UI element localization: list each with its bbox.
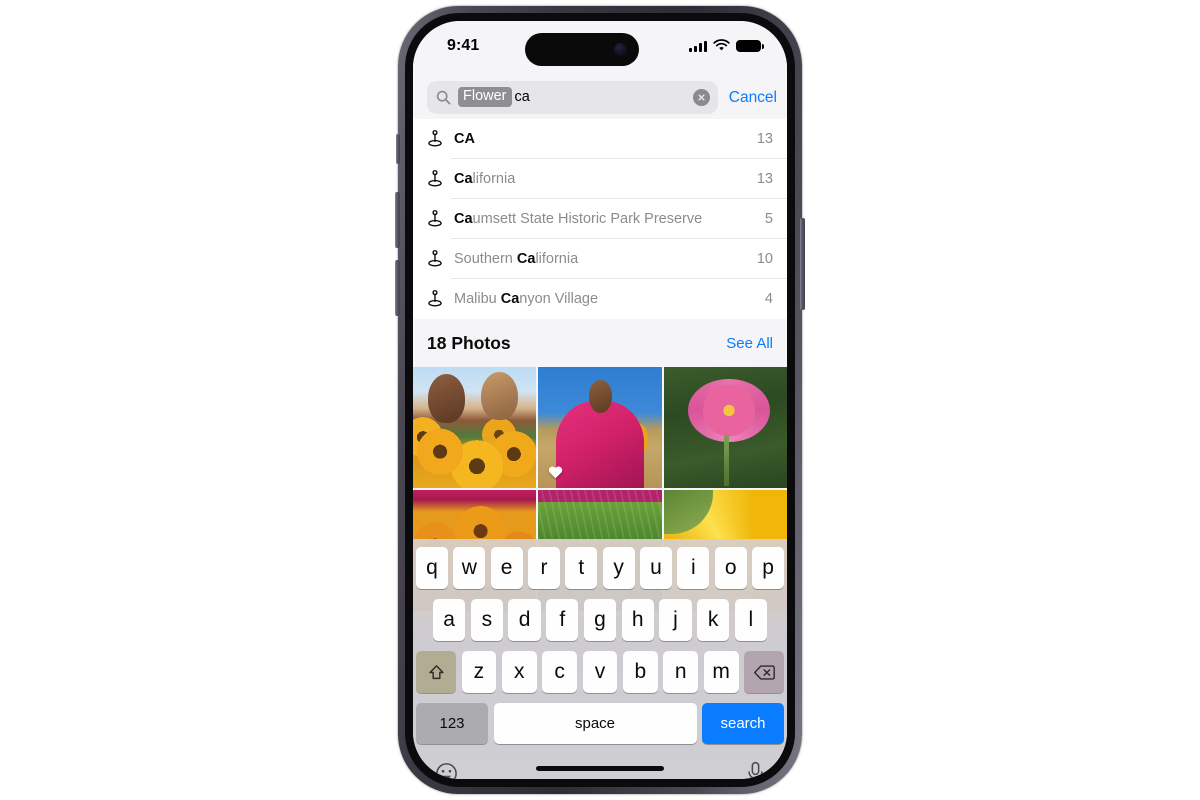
numbers-key[interactable]: 123 xyxy=(416,703,488,744)
home-indicator[interactable] xyxy=(536,766,664,771)
suggestion-count: 13 xyxy=(756,131,773,147)
search-bar: Flower ca Cancel xyxy=(413,75,787,119)
keyboard-row-2: asdfghjkl xyxy=(413,599,787,641)
key-c[interactable]: c xyxy=(542,651,578,693)
suggestion-label: CA xyxy=(454,131,475,147)
key-t[interactable]: t xyxy=(565,547,598,589)
key-n[interactable]: n xyxy=(663,651,699,693)
key-q[interactable]: q xyxy=(416,547,448,589)
screenshot-canvas: 9:41 Flower ca Cancel CA 13 California 1… xyxy=(0,0,1200,800)
status-time: 9:41 xyxy=(447,37,480,54)
key-v[interactable]: v xyxy=(582,651,618,693)
key-r[interactable]: r xyxy=(528,547,560,589)
map-pin-icon xyxy=(428,290,442,307)
search-icon xyxy=(436,90,451,104)
phone-screen: 9:41 Flower ca Cancel CA 13 California 1… xyxy=(413,21,787,779)
key-u[interactable]: u xyxy=(640,547,672,589)
key-g[interactable]: g xyxy=(583,599,617,641)
key-b[interactable]: b xyxy=(622,651,658,693)
keyboard-letters-row-3: zxcvbnm xyxy=(461,651,739,693)
wifi-icon xyxy=(713,39,730,51)
key-p[interactable]: p xyxy=(752,547,784,589)
keyboard-row-1: qwertyuiop xyxy=(413,547,787,589)
photo-pink-cosmos-flower[interactable] xyxy=(663,367,787,488)
key-e[interactable]: e xyxy=(490,547,523,589)
key-a[interactable]: a xyxy=(433,599,466,641)
action-button[interactable] xyxy=(396,134,400,164)
key-x[interactable]: x xyxy=(501,651,537,693)
backspace-key[interactable] xyxy=(744,651,784,693)
search-typed-text: ca xyxy=(514,89,530,105)
key-h[interactable]: h xyxy=(621,599,654,641)
signal-bars-icon xyxy=(689,40,707,52)
dynamic-island xyxy=(525,33,639,66)
close-x-icon xyxy=(698,93,705,101)
key-d[interactable]: d xyxy=(508,599,541,641)
key-w[interactable]: w xyxy=(453,547,486,589)
suggestion-count: 13 xyxy=(756,171,773,187)
suggestion-row[interactable]: Caumsett State Historic Park Preserve 5 xyxy=(413,199,787,239)
suggestion-row[interactable]: California 13 xyxy=(413,159,787,199)
search-token-flower[interactable]: Flower xyxy=(458,87,512,107)
key-k[interactable]: k xyxy=(697,599,730,641)
suggestion-count: 4 xyxy=(764,291,773,307)
side-power-button[interactable] xyxy=(800,218,805,310)
space-key[interactable]: space xyxy=(493,703,697,744)
clear-search-icon[interactable] xyxy=(692,88,710,106)
shift-arrow-icon xyxy=(428,664,444,679)
photos-count-title: 18 Photos xyxy=(427,332,511,353)
volume-up-button[interactable] xyxy=(395,192,400,248)
microphone-icon[interactable] xyxy=(746,761,765,779)
key-f[interactable]: f xyxy=(546,599,579,641)
map-pin-icon xyxy=(428,170,442,187)
suggestion-label: Caumsett State Historic Park Preserve xyxy=(454,211,703,227)
key-j[interactable]: j xyxy=(659,599,692,641)
keyboard-row-3: zxcvbnm xyxy=(413,651,787,693)
photo-person-pink-sunflower[interactable] xyxy=(538,367,662,488)
keyboard-bottom-bar xyxy=(413,744,787,779)
heart-fill-icon xyxy=(549,466,563,479)
map-pin-icon xyxy=(428,210,442,227)
key-o[interactable]: o xyxy=(714,547,747,589)
status-indicators xyxy=(689,38,764,52)
search-suggestions-list: CA 13 California 13 Caumsett State Historic … xyxy=(413,119,787,319)
battery-icon xyxy=(736,39,764,52)
suggestion-label: Southern California xyxy=(454,251,579,267)
key-z[interactable]: z xyxy=(461,651,497,693)
key-m[interactable]: m xyxy=(703,651,739,693)
map-pin-icon xyxy=(428,250,442,267)
suggestion-count: 5 xyxy=(764,211,773,227)
front-camera-icon xyxy=(614,43,627,56)
search-return-key[interactable]: search xyxy=(702,703,784,744)
suggestion-label: Malibu Canyon Village xyxy=(454,291,599,307)
status-bar: 9:41 xyxy=(413,21,787,75)
iphone-device-frame: 9:41 Flower ca Cancel CA 13 California 1… xyxy=(395,6,805,794)
backspace-delete-icon xyxy=(753,664,775,680)
suggestion-row[interactable]: Malibu Canyon Village 4 xyxy=(413,279,787,319)
key-s[interactable]: s xyxy=(470,599,503,641)
shift-key[interactable] xyxy=(416,651,456,693)
emoji-smiley-icon[interactable] xyxy=(435,762,458,780)
on-screen-keyboard: qwertyuiop asdfghjkl zxcvbnm 123 space s… xyxy=(413,539,787,779)
key-l[interactable]: l xyxy=(734,599,767,641)
suggestion-row[interactable]: Southern California 10 xyxy=(413,239,787,279)
photos-section-header: 18 Photos See All xyxy=(413,319,787,367)
suggestion-count: 10 xyxy=(756,251,773,267)
key-i[interactable]: i xyxy=(677,547,710,589)
see-all-button[interactable]: See All xyxy=(726,335,773,352)
cancel-button[interactable]: Cancel xyxy=(729,81,777,114)
photo-sunflower-group[interactable] xyxy=(413,367,537,488)
map-pin-icon xyxy=(428,130,442,147)
search-input[interactable]: Flower ca xyxy=(427,80,718,114)
key-y[interactable]: y xyxy=(602,547,635,589)
suggestion-row[interactable]: CA 13 xyxy=(413,119,787,159)
suggestion-label: California xyxy=(454,171,516,187)
keyboard-row-4: 123 space search xyxy=(413,703,787,744)
volume-down-button[interactable] xyxy=(395,260,400,316)
